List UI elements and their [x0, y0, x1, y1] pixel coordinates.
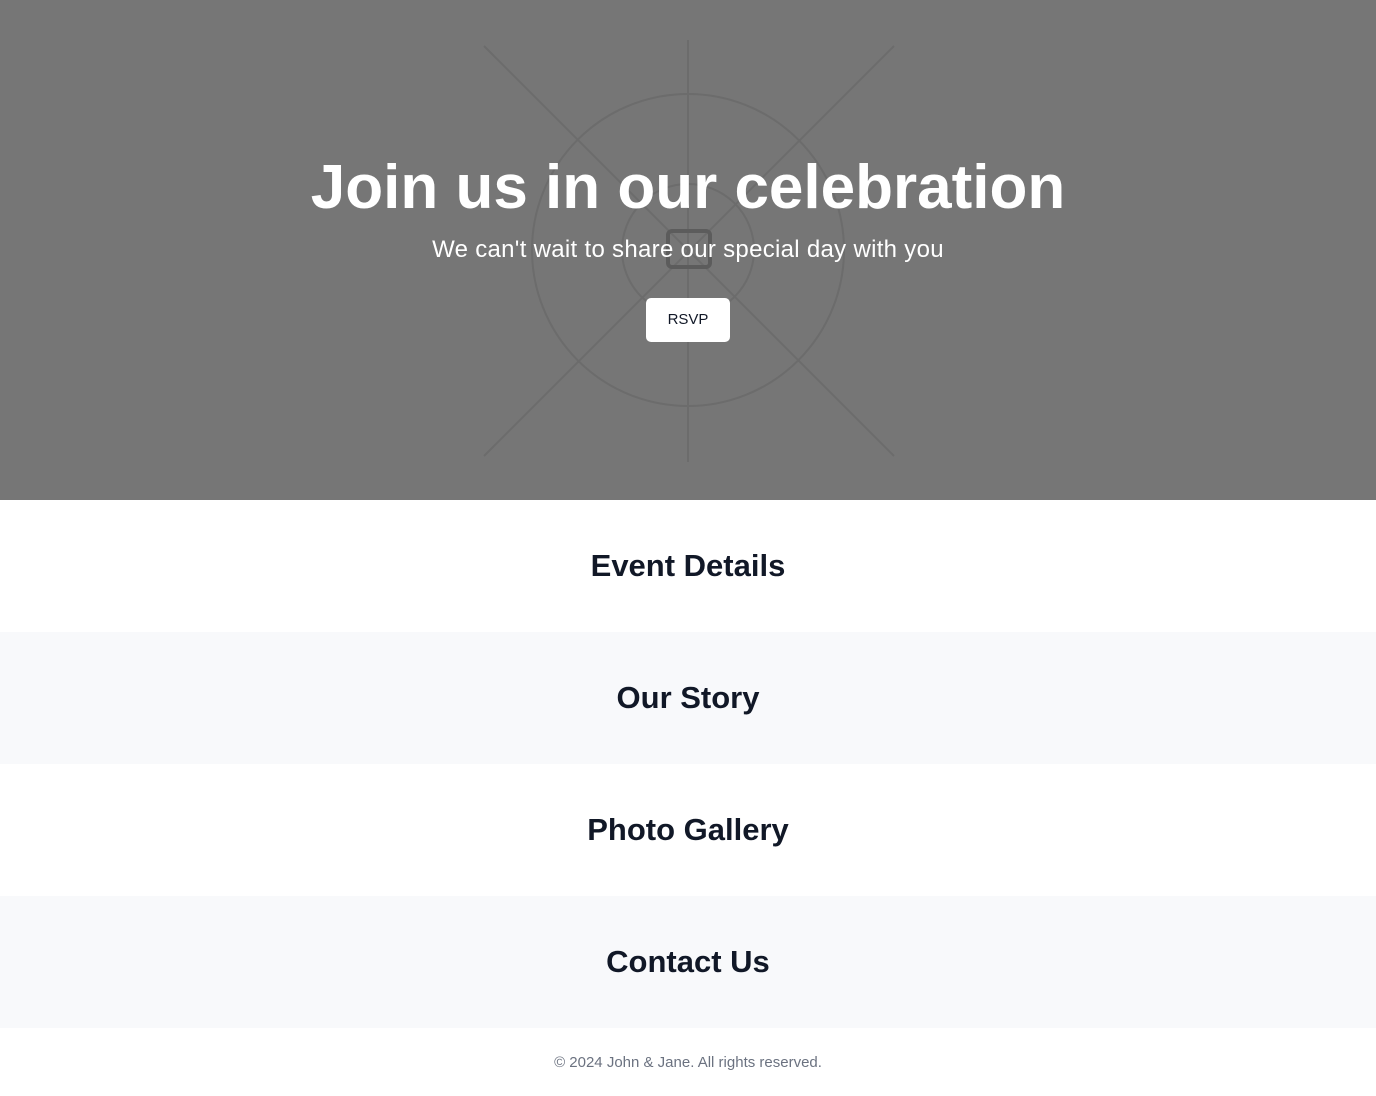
hero-subtitle: We can't wait to share our special day w…	[432, 236, 944, 263]
our-story-section: Our Story	[0, 632, 1376, 764]
photo-gallery-section: Photo Gallery	[0, 764, 1376, 896]
section-heading-our-story: Our Story	[616, 680, 760, 715]
section-heading-contact-us: Contact Us	[606, 944, 770, 979]
contact-us-section: Contact Us	[0, 896, 1376, 1028]
event-details-section: Event Details	[0, 500, 1376, 632]
rsvp-button[interactable]: RSVP	[646, 298, 730, 342]
section-heading-event-details: Event Details	[590, 548, 786, 583]
hero-section: Join us in our celebration We can't wait…	[0, 0, 1376, 500]
section-heading-photo-gallery: Photo Gallery	[587, 812, 789, 847]
footer: © 2024 John & Jane. All rights reserved.	[0, 1028, 1376, 1096]
main-content: Event Details Our Story Photo Gallery Co…	[0, 500, 1376, 1028]
footer-copyright: © 2024 John & Jane. All rights reserved.	[554, 1053, 822, 1071]
hero-title: Join us in our celebration	[310, 153, 1066, 222]
